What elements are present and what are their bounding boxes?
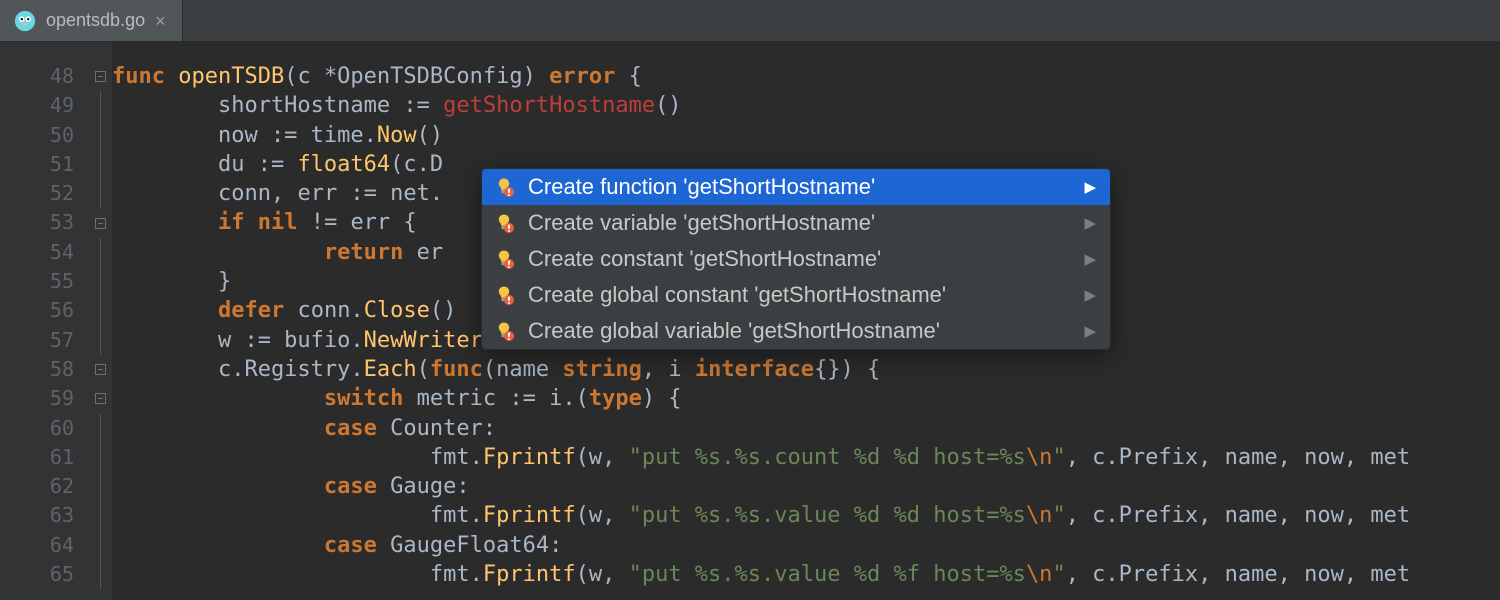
line-number: 59 [0,384,88,413]
code-line[interactable]: fmt.Fprintf(w, "put %s.%s.value %d %d ho… [112,501,1500,530]
fold-guide [88,296,112,325]
line-number: 49 [0,91,88,120]
intention-item[interactable]: Create global variable 'getShortHostname… [482,313,1110,349]
fold-guide [88,531,112,560]
chevron-right-icon: ▶ [1084,214,1096,232]
fold-guide [88,150,112,179]
fold-strip [88,42,112,600]
line-number: 62 [0,472,88,501]
chevron-right-icon: ▶ [1084,178,1096,196]
code-line[interactable]: case GaugeFloat64: [112,531,1500,560]
line-number: 55 [0,267,88,296]
code-line[interactable]: case Gauge: [112,472,1500,501]
intention-item-label: Create constant 'getShortHostname' [528,246,881,272]
code-line[interactable]: now := time.Now() [112,121,1500,150]
intention-item[interactable]: Create function 'getShortHostname' ▶ [482,169,1110,205]
lightbulb-error-icon [494,249,514,269]
fold-toggle-icon[interactable] [88,208,112,237]
line-number: 50 [0,121,88,150]
code-line[interactable]: case Counter: [112,414,1500,443]
code-line[interactable]: fmt.Fprintf(w, "put %s.%s.count %d %d ho… [112,443,1500,472]
line-number: 53 [0,208,88,237]
tab-close-icon[interactable]: × [155,12,166,30]
line-number: 54 [0,238,88,267]
code-line[interactable]: switch metric := i.(type) { [112,384,1500,413]
lightbulb-error-icon [494,321,514,341]
code-line[interactable]: shortHostname := getShortHostname() [112,91,1500,120]
intention-item[interactable]: Create variable 'getShortHostname' ▶ [482,205,1110,241]
tab-filename: opentsdb.go [46,10,145,31]
intention-item-label: Create variable 'getShortHostname' [528,210,875,236]
intention-item[interactable]: Create constant 'getShortHostname' ▶ [482,241,1110,277]
line-number: 52 [0,179,88,208]
line-number: 48 [0,62,88,91]
fold-toggle-icon[interactable] [88,355,112,384]
code-line[interactable]: c.Registry.Each(func(name string, i inte… [112,355,1500,384]
chevron-right-icon: ▶ [1084,322,1096,340]
fold-guide [88,267,112,296]
editor-tabbar: opentsdb.go × [0,0,1500,42]
fold-toggle-icon[interactable] [88,62,112,91]
line-number: 51 [0,150,88,179]
line-number: 56 [0,296,88,325]
intention-item-label: Create global variable 'getShortHostname… [528,318,940,344]
line-number: 61 [0,443,88,472]
line-number: 60 [0,414,88,443]
fold-guide [88,560,112,589]
code-line[interactable]: func openTSDB(c *OpenTSDBConfig) error { [112,62,1500,91]
line-number: 57 [0,326,88,355]
line-number: 65 [0,560,88,589]
gutter-line-numbers: 484950515253545556575859606162636465 [0,42,88,600]
fold-guide [88,414,112,443]
chevron-right-icon: ▶ [1084,250,1096,268]
fold-guide [88,121,112,150]
fold-guide [88,443,112,472]
fold-guide [88,238,112,267]
fold-guide [88,326,112,355]
fold-guide [88,501,112,530]
lightbulb-error-icon [494,285,514,305]
fold-guide [88,91,112,120]
chevron-right-icon: ▶ [1084,286,1096,304]
line-number: 63 [0,501,88,530]
intention-item[interactable]: Create global constant 'getShortHostname… [482,277,1110,313]
line-number: 58 [0,355,88,384]
intention-item-label: Create global constant 'getShortHostname… [528,282,946,308]
go-file-icon [14,10,36,32]
fold-guide [88,179,112,208]
editor-tab-opentsdb[interactable]: opentsdb.go × [0,0,183,41]
code-line[interactable]: fmt.Fprintf(w, "put %s.%s.value %d %f ho… [112,560,1500,589]
fold-guide [88,472,112,501]
lightbulb-error-icon [494,213,514,233]
lightbulb-error-icon [494,177,514,197]
line-number: 64 [0,531,88,560]
intention-item-label: Create function 'getShortHostname' [528,174,875,200]
code-editor[interactable]: 484950515253545556575859606162636465 fun… [0,42,1500,600]
intention-actions-popup: Create function 'getShortHostname'▶Creat… [481,168,1111,350]
fold-toggle-icon[interactable] [88,384,112,413]
